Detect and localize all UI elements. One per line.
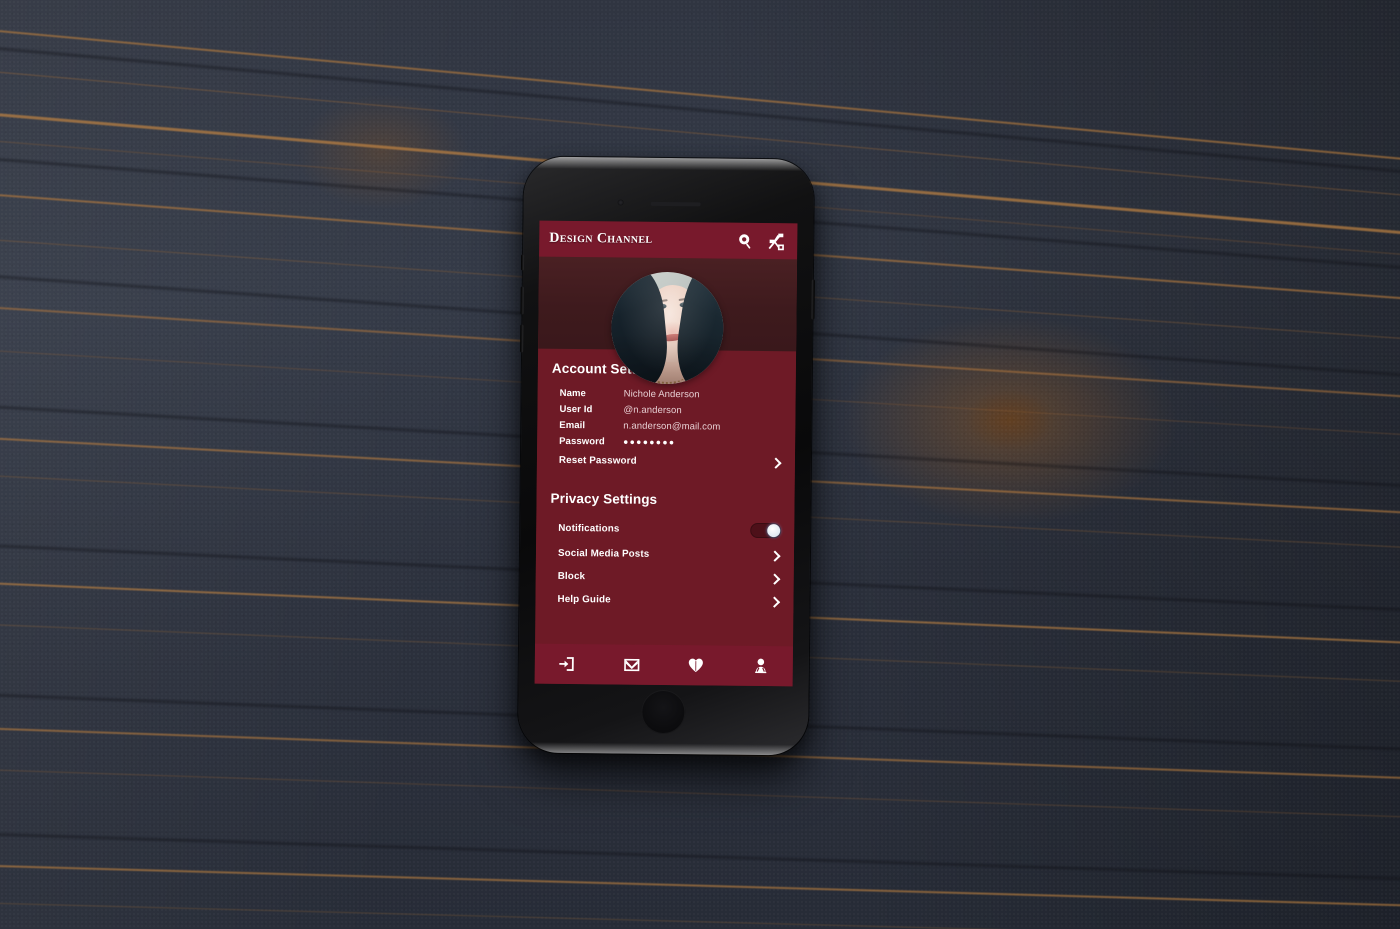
social-media-posts-row[interactable]: Social Media Posts	[536, 542, 794, 568]
phone-device: Design Channel Account Settings Name Nic…	[517, 156, 815, 756]
profile-hero	[538, 256, 798, 385]
avatar[interactable]	[610, 271, 724, 385]
reset-password-row[interactable]: Reset Password	[537, 449, 795, 475]
field-label: Password	[559, 435, 605, 447]
field-value: @n.anderson	[623, 404, 682, 416]
toggle-knob	[767, 524, 781, 538]
field-value: n.anderson@mail.com	[623, 420, 721, 433]
nav-item-messages[interactable]	[599, 655, 664, 674]
notifications-row[interactable]: Notifications	[536, 515, 794, 545]
share-network-icon[interactable]	[767, 232, 787, 251]
power-button[interactable]	[811, 279, 815, 320]
login-icon	[558, 655, 576, 673]
field-label: Email	[559, 419, 586, 431]
block-row[interactable]: Block	[536, 565, 794, 591]
help-guide-row[interactable]: Help Guide	[535, 588, 793, 614]
heart-icon	[687, 656, 705, 674]
app-header: Design Channel	[539, 220, 798, 260]
chevron-right-icon	[769, 596, 780, 607]
person-icon	[751, 657, 769, 675]
chevron-right-icon	[770, 573, 781, 584]
search-icon[interactable]	[736, 231, 755, 250]
password-masked-value: ●●●●●●●●	[623, 436, 676, 448]
field-value: Nichole Anderson	[623, 388, 700, 400]
nav-item-login[interactable]	[535, 655, 600, 674]
earpiece-speaker	[650, 201, 701, 207]
avatar-photo	[610, 271, 724, 385]
app-logo: Design Channel	[549, 230, 653, 247]
reset-password-label: Reset Password	[558, 454, 637, 467]
social-media-posts-label: Social Media Posts	[557, 547, 650, 560]
header-spacer	[652, 240, 724, 241]
field-label: Name	[559, 387, 586, 399]
settings-content: Account Settings Name Nichole Anderson U…	[535, 348, 797, 614]
chevron-right-icon	[770, 550, 781, 561]
chevron-right-icon	[771, 457, 782, 468]
mail-icon	[622, 656, 640, 674]
phone-screen: Design Channel Account Settings Name Nic…	[534, 220, 798, 687]
front-camera	[617, 199, 624, 206]
help-guide-label: Help Guide	[557, 593, 611, 606]
notifications-toggle[interactable]	[750, 522, 782, 539]
nav-item-likes[interactable]	[664, 656, 729, 675]
volume-down-button[interactable]	[520, 324, 524, 353]
notifications-label: Notifications	[558, 522, 620, 535]
mute-switch[interactable]	[520, 254, 525, 271]
privacy-settings-title: Privacy Settings	[550, 490, 658, 507]
home-button[interactable]	[641, 689, 686, 735]
nav-item-profile[interactable]	[728, 657, 793, 676]
bottom-navigation	[534, 643, 794, 687]
block-label: Block	[557, 570, 586, 583]
volume-up-button[interactable]	[520, 286, 524, 315]
field-label: User Id	[559, 403, 593, 415]
